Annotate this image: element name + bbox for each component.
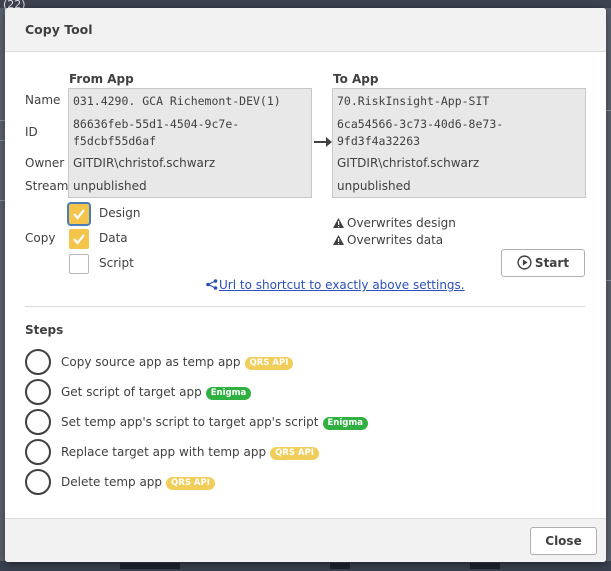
warning-text: Overwrites design (347, 216, 456, 230)
to-app-owner: GITDIR\christof.schwarz (337, 156, 480, 170)
from-app-panel: 031.4290. GCA Richemont-DEV(1) 86636feb-… (68, 88, 312, 198)
warning-icon (333, 218, 344, 228)
warning-icon (333, 235, 344, 245)
name-label: Name (25, 93, 61, 107)
design-checkbox[interactable] (67, 202, 91, 226)
copy-label: Copy (25, 231, 56, 245)
stream-label: Stream (25, 179, 69, 193)
shortcut-url-link[interactable]: Url to shortcut to exactly above setting… (206, 278, 465, 292)
from-app-name: 031.4290. GCA Richemont-DEV(1) (73, 94, 281, 108)
from-app-heading: From App (69, 72, 134, 86)
warning-overwrites-design: Overwrites design (333, 216, 456, 230)
step-status-circle (25, 439, 51, 465)
step-status-circle (25, 349, 51, 375)
steps-heading: Steps (25, 323, 64, 337)
warning-text: Overwrites data (347, 233, 444, 247)
play-circle-icon (517, 255, 532, 270)
warning-overwrites-data: Overwrites data (333, 233, 443, 247)
step-text: Set temp app's script to target app's sc… (61, 415, 368, 430)
shortcut-url-text: Url to shortcut to exactly above setting… (219, 278, 465, 292)
dialog-title: Copy Tool (25, 22, 93, 37)
share-icon (206, 279, 218, 290)
to-app-name: 70.RiskInsight-App-SIT (337, 94, 490, 108)
script-checkbox-label[interactable]: Script (99, 256, 134, 270)
from-app-id-line2: f5dcbf55d6af (73, 134, 157, 148)
from-app-owner: GITDIR\christof.schwarz (73, 156, 216, 170)
qrs-api-badge: QRS API (270, 447, 319, 460)
step-status-circle (25, 409, 51, 435)
step-status-circle (25, 379, 51, 405)
dialog-header: Copy Tool (5, 8, 606, 52)
background-block (330, 563, 350, 569)
from-app-id-line1: 86636feb-55d1-4504-9c7e- (73, 117, 240, 131)
enigma-badge: Enigma (205, 387, 252, 400)
step-text: Copy source app as temp app QRS API (61, 355, 294, 370)
background-block (120, 563, 180, 569)
background-block (470, 563, 500, 569)
dialog-footer: Close (5, 518, 606, 562)
step-text: Replace target app with temp app QRS API (61, 445, 319, 460)
from-app-stream: unpublished (73, 179, 147, 193)
id-label: ID (25, 125, 38, 139)
to-app-id-line2: 9fd3f4a32263 (337, 134, 421, 148)
enigma-badge: Enigma (322, 417, 368, 430)
step-label: Copy source app as temp app (61, 355, 241, 369)
data-checkbox[interactable] (69, 229, 89, 249)
design-checkbox-label[interactable]: Design (99, 206, 140, 220)
background-app-bar: (22) (0, 0, 611, 11)
to-app-heading: To App (333, 72, 379, 86)
script-checkbox[interactable] (69, 254, 89, 274)
step-label: Delete temp app (61, 475, 163, 489)
close-button[interactable]: Close (530, 527, 597, 555)
section-divider (25, 306, 585, 307)
step-text: Delete temp app QRS API (61, 475, 215, 490)
step-label: Get script of target app (61, 385, 202, 399)
arrow-right-icon (314, 137, 332, 147)
to-app-stream: unpublished (337, 179, 411, 193)
check-icon (73, 234, 85, 245)
step-label: Replace target app with temp app (61, 445, 267, 459)
qrs-api-badge: QRS API (244, 357, 294, 370)
to-app-panel: 70.RiskInsight-App-SIT 6ca54566-3c73-40d… (332, 88, 586, 198)
step-text: Get script of target app Enigma (61, 385, 252, 400)
step-label: Set temp app's script to target app's sc… (61, 415, 319, 429)
owner-label: Owner (25, 156, 65, 170)
data-checkbox-label[interactable]: Data (99, 231, 128, 245)
background-footer (0, 561, 611, 571)
start-button-label: Start (534, 256, 570, 270)
to-app-id-line1: 6ca54566-3c73-40d6-8e73- (337, 117, 504, 131)
start-button[interactable]: Start (501, 249, 585, 277)
qrs-api-badge: QRS API (166, 477, 215, 490)
check-icon (73, 209, 85, 220)
copy-tool-dialog: Copy Tool From App To App Name ID Owner … (5, 8, 606, 562)
step-status-circle (25, 469, 51, 495)
